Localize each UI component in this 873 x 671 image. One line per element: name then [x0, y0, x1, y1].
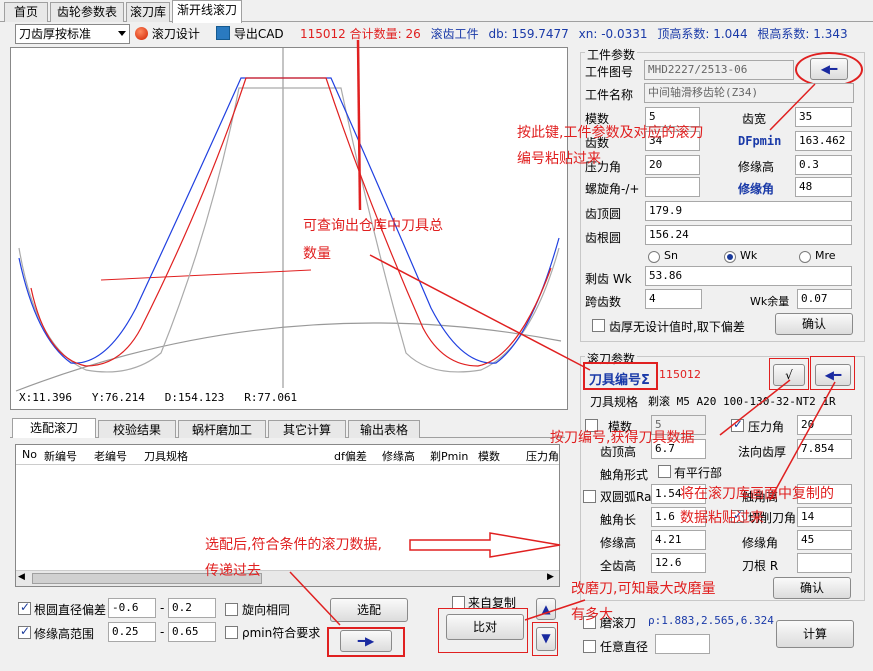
arrow-getdata [719, 379, 791, 436]
annotation-after-select-line1: 选配后,符合条件的滚刀数据, [205, 537, 382, 553]
arrow-query-to-hobno [369, 254, 591, 371]
annotation-stock-query: 可查询出仓库中刀具总 数量 [303, 212, 443, 268]
annotation-get-hob-data: 按刀编号,获得刀具数据 [550, 430, 695, 446]
arrow-total-to-query [356, 39, 362, 211]
annotation-regrind-line2: 有多大 [571, 607, 613, 623]
annotation-after-select-line2: 传递过去 [205, 563, 261, 579]
annotation-stock-query-line1: 可查询出仓库中刀具总 [303, 218, 443, 234]
annotation-after-select: 选配后,符合条件的滚刀数据, 传递过去 [205, 532, 382, 584]
annotation-paste-from-lib: 将在滚刀库画面中复制的 数据粘贴过来 [680, 482, 834, 530]
annotation-paste-key: 按此键,工件参数及对应的滚刀 编号粘贴过来 [517, 120, 703, 172]
annotation-regrind-line1: 改磨刀,可知最大改磨量 [571, 581, 716, 597]
hollow-arrow-transfer [409, 532, 561, 558]
annotation-paste-from-lib-line1: 将在滚刀库画面中复制的 [680, 486, 834, 502]
annotation-arrows [289, 39, 836, 626]
annotation-stock-query-line2: 数量 [303, 246, 331, 262]
arrow-paste-key [769, 83, 816, 131]
annotation-paste-key-line2: 编号粘贴过来 [517, 151, 601, 167]
annotation-paste-from-lib-line2: 数据粘贴过来 [680, 510, 764, 526]
annotation-regrind: 改磨刀,可知最大改磨量 有多大 [571, 576, 715, 628]
annotation-paste-key-line1: 按此键,工件参数及对应的滚刀 [517, 125, 704, 141]
